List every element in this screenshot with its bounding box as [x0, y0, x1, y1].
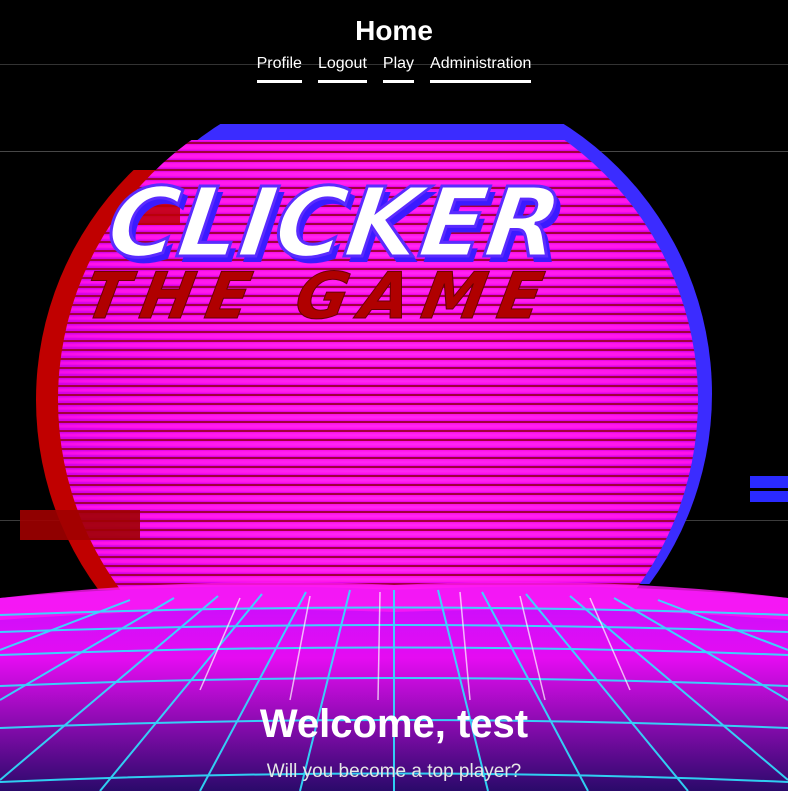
welcome-section: Welcome, test Will you become a top play…	[0, 700, 788, 784]
logo-subtitle: THE GAME	[79, 259, 561, 333]
welcome-subtitle: Will you become a top player?	[266, 761, 522, 782]
nav-play-link[interactable]: Play	[382, 54, 415, 83]
hero-background: CLICKER CLICKER THE GAME	[0, 64, 788, 791]
site-header: Home Profile Logout Play Administration	[0, 14, 788, 83]
main-nav: Profile Logout Play Administration	[0, 54, 788, 83]
game-logo: CLICKER CLICKER THE GAME	[78, 165, 573, 334]
nav-logout-link[interactable]: Logout	[317, 54, 367, 83]
welcome-heading: Welcome, test	[259, 702, 529, 746]
nav-profile-link[interactable]: Profile	[256, 54, 302, 83]
nav-administration-link[interactable]: Administration	[430, 54, 532, 83]
page-title: Home	[355, 15, 433, 46]
page: CLICKER CLICKER THE GAME Home Profile Lo…	[0, 0, 788, 791]
